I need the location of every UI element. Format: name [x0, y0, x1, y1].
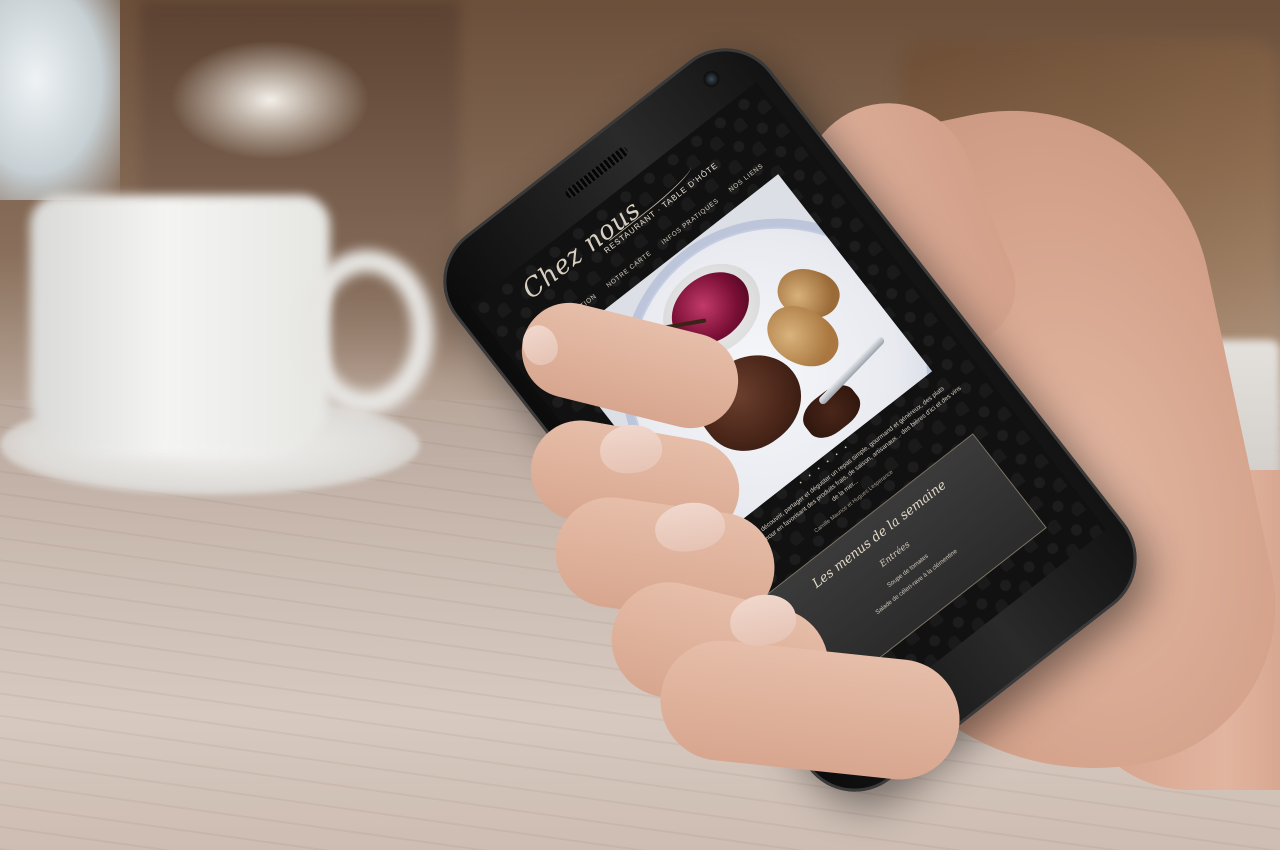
window-light — [0, 0, 120, 200]
front-camera — [700, 67, 723, 91]
background-lamp-glow — [170, 40, 370, 160]
menu-item: Salade de céleri-rave à la clémentine — [874, 547, 959, 617]
coffee-cup-handle — [300, 250, 434, 414]
coffee-cup — [30, 195, 330, 455]
